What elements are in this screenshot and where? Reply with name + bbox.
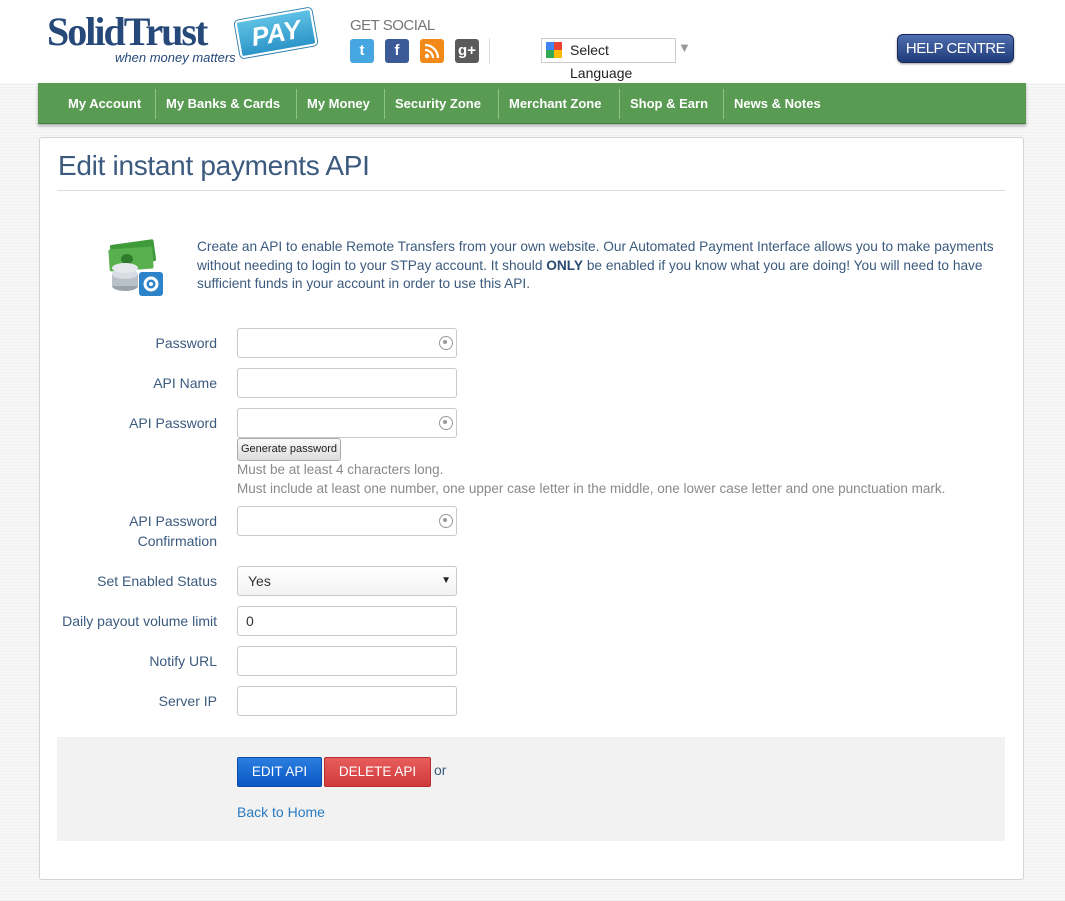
rss-icon[interactable]: [420, 39, 444, 63]
server-ip-label: Server IP: [158, 693, 217, 709]
intro-text-emphasis: ONLY: [546, 257, 584, 273]
solidtrust-pay-logo[interactable]: SolidTrust PAY when money matters: [47, 7, 318, 68]
notify-url-field[interactable]: [237, 646, 457, 676]
money-gear-icon: [105, 238, 167, 298]
enabled-status-select[interactable]: Yes ▼: [237, 566, 457, 596]
password-key-icon[interactable]: [439, 514, 453, 528]
daily-limit-label: Daily payout volume limit: [62, 613, 217, 629]
api-password-confirm-field[interactable]: [237, 506, 457, 536]
logo-wordmark: SolidTrust: [47, 9, 208, 54]
edit-api-button[interactable]: EDIT API: [237, 757, 322, 787]
chevron-down-icon[interactable]: ▼: [678, 40, 691, 55]
password-hint-length: Must be at least 4 characters long.: [237, 462, 444, 477]
nav-separator: [498, 89, 499, 119]
twitter-icon[interactable]: t: [350, 39, 374, 63]
title-divider: [57, 190, 1005, 191]
enabled-status-label: Set Enabled Status: [97, 573, 217, 589]
api-name-field[interactable]: [237, 368, 457, 398]
form-actions-area: [57, 737, 1005, 841]
api-name-label: API Name: [153, 375, 217, 391]
nav-separator: [296, 89, 297, 119]
notify-url-label: Notify URL: [149, 653, 217, 669]
nav-separator: [155, 89, 156, 119]
delete-api-button[interactable]: DELETE API: [324, 757, 431, 787]
intro-text: Create an API to enable Remote Transfers…: [197, 238, 1012, 294]
help-centre-button[interactable]: HELP CENTRE: [897, 34, 1014, 63]
nav-news-notes[interactable]: News & Notes: [734, 94, 821, 114]
api-password-field[interactable]: [237, 408, 457, 438]
social-divider: [489, 38, 490, 64]
nav-separator: [723, 89, 724, 119]
password-field[interactable]: [237, 328, 457, 358]
nav-my-money[interactable]: My Money: [307, 94, 370, 114]
nav-shop-earn[interactable]: Shop & Earn: [630, 94, 708, 114]
language-label: Select Language: [570, 42, 633, 81]
password-key-icon[interactable]: [439, 336, 453, 350]
logo-tagline: when money matters: [115, 50, 236, 65]
language-selector[interactable]: Select Language: [541, 38, 676, 81]
google-plus-icon[interactable]: g+: [455, 39, 479, 63]
back-to-home-link[interactable]: Back to Home: [237, 804, 325, 820]
api-password-label: API Password: [129, 415, 217, 431]
site-header: SolidTrust PAY when money matters GET SO…: [0, 0, 1065, 83]
main-nav: My Account My Banks & Cards My Money Sec…: [38, 83, 1026, 124]
nav-my-account[interactable]: My Account: [68, 94, 141, 114]
nav-merchant-zone[interactable]: Merchant Zone: [509, 94, 601, 114]
page-title: Edit instant payments API: [58, 150, 370, 181]
daily-limit-value: 0: [246, 613, 254, 629]
nav-my-banks-cards[interactable]: My Banks & Cards: [166, 94, 280, 114]
nav-security-zone[interactable]: Security Zone: [395, 94, 481, 114]
logo-pay-badge: PAY: [234, 7, 318, 59]
nav-separator: [384, 89, 385, 119]
daily-limit-field[interactable]: 0: [237, 606, 457, 636]
password-hint-rules: Must include at least one number, one up…: [237, 481, 946, 496]
dropdown-arrow-icon: ▼: [441, 575, 451, 586]
or-text: or: [434, 762, 447, 778]
enabled-status-value: Yes: [248, 573, 271, 589]
generate-password-button[interactable]: Generate password: [237, 438, 341, 461]
password-label: Password: [155, 335, 217, 351]
facebook-icon[interactable]: f: [385, 39, 409, 63]
password-key-icon[interactable]: [439, 416, 453, 430]
google-icon: [546, 42, 562, 58]
server-ip-field[interactable]: [237, 686, 457, 716]
api-password-confirm-label-line1: API Password: [129, 513, 217, 529]
nav-separator: [619, 89, 620, 119]
api-password-confirm-label-line2: Confirmation: [137, 533, 217, 549]
social-title: GET SOCIAL: [350, 17, 435, 34]
